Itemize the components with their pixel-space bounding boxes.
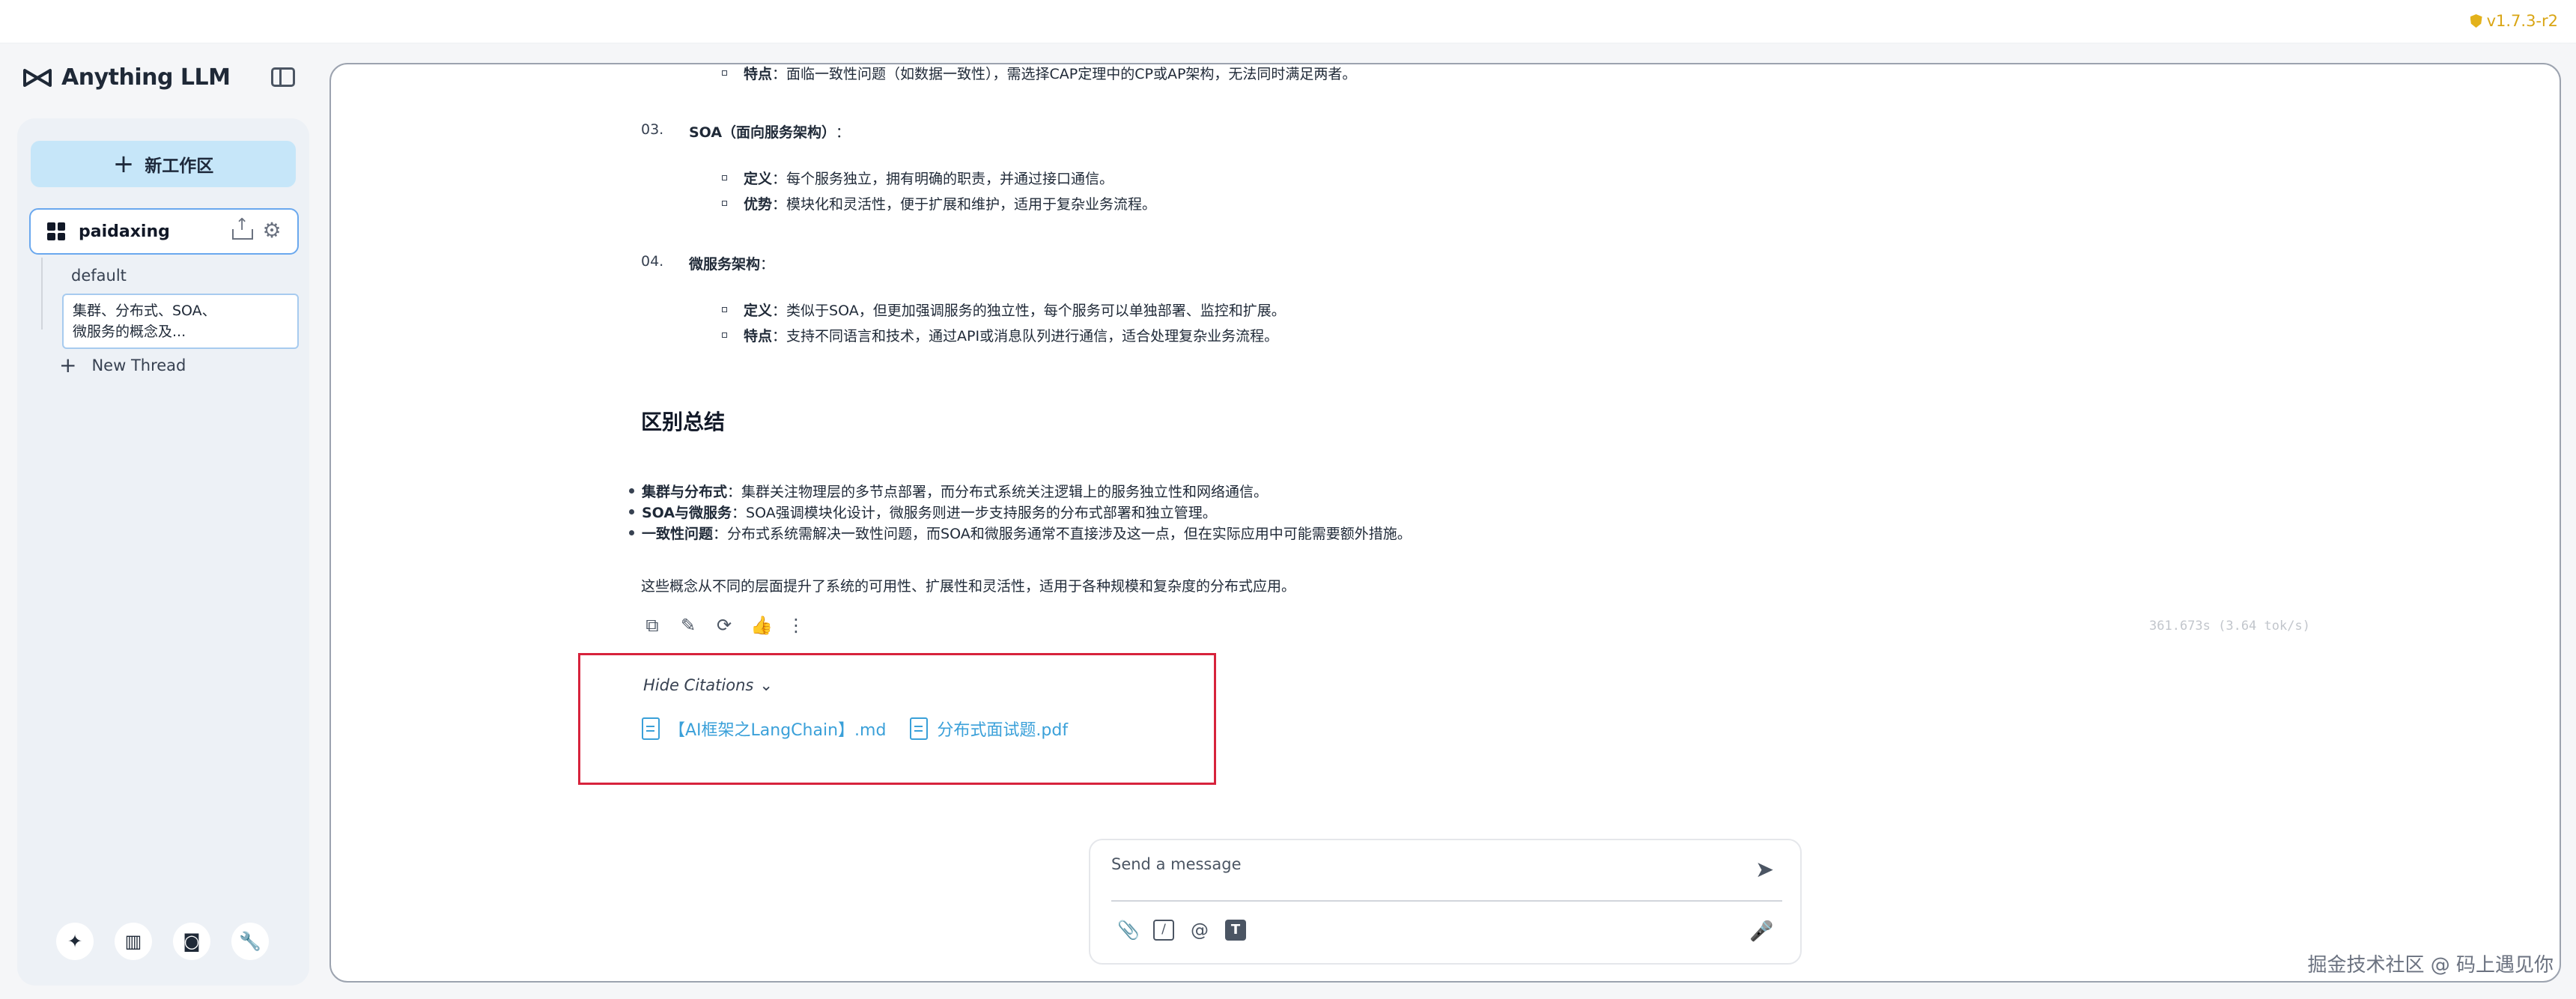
citation-name: 分布式面试题.pdf (937, 721, 1069, 740)
regenerate-icon[interactable]: ⟳ (714, 616, 734, 635)
list-item: 定义 ：类似于SOA，但更加强调服务的独立性，每个服务可以单独部署、监控和扩展。 (722, 300, 1286, 320)
version-badge[interactable]: v1.7.3-r2 (2470, 12, 2558, 30)
composer-divider (1111, 900, 1782, 902)
hide-citations-toggle[interactable]: Hide Citations ⌄ (643, 676, 773, 694)
sidebar: + 新工作区 paidaxing ⚙ default 集群、分布式、SOA、 微… (17, 118, 309, 986)
document-icon (642, 717, 660, 740)
document-icon (910, 717, 929, 740)
copy-icon[interactable]: ⧉ (643, 616, 662, 635)
version-label: v1.7.3-r2 (2486, 12, 2558, 30)
sidebar-footer: ✦ ▥ ◙ 🔧 (56, 923, 269, 960)
list-item: 优势 ：模块化和灵活性，便于扩展和维护，适用于复杂业务流程。 (722, 193, 1156, 213)
send-icon[interactable]: ➤ (1755, 858, 1779, 882)
thread-tree-line (41, 258, 43, 330)
community-hub-icon[interactable]: ✦ (56, 923, 94, 960)
thumbs-up-icon[interactable]: 👍 (750, 616, 773, 635)
message-composer: ➤ 📎 / @ T 🎤 (1089, 839, 1802, 965)
slash-command-icon[interactable]: / (1153, 920, 1174, 941)
workspace-grid-icon (47, 222, 65, 240)
brand-logo[interactable]: Anything LLM (22, 64, 231, 91)
thread-title-line-1: 集群、分布式、SOA、 (73, 303, 216, 319)
shield-icon (2470, 14, 2482, 28)
at-mention-icon[interactable]: @ (1189, 920, 1210, 941)
section-heading: 03. SOA（面向服务架构）： (641, 121, 851, 141)
chevron-down-icon: ⌄ (759, 676, 773, 694)
new-workspace-button[interactable]: + 新工作区 (31, 141, 296, 187)
workspace-item[interactable]: paidaxing ⚙ (29, 208, 299, 255)
new-workspace-label: 新工作区 (145, 157, 214, 176)
more-options-icon[interactable]: ⋮ (786, 616, 806, 635)
chat-panel: 特点 ：面临一致性问题（如数据一致性），需选择CAP定理中的CP或AP架构，无法同… (329, 63, 2561, 983)
citation-name: 【AI框架之LangChain】.md (669, 721, 887, 740)
composer-tools: 📎 / @ T (1117, 920, 1246, 941)
brand-name: Anything LLM (61, 64, 231, 91)
docs-book-icon[interactable]: ▥ (115, 923, 152, 960)
closing-paragraph: 这些概念从不同的层面提升了系统的可用性、扩展性和灵活性，适用于各种规模和复杂度的… (641, 578, 1296, 595)
new-thread-label: New Thread (91, 356, 186, 374)
sidebar-toggle-icon[interactable] (271, 67, 295, 87)
gear-icon[interactable]: ⚙ (261, 220, 282, 241)
top-bar: v1.7.3-r2 (0, 0, 2576, 43)
list-item: 集群与分布式 ：集群关注物理层的多节点部署，而分布式系统关注逻辑上的服务独立性和网… (629, 481, 1268, 501)
thread-item-default[interactable]: default (71, 267, 127, 285)
list-item: 特点 ：支持不同语言和技术，通过API或消息队列进行通信，适合处理复杂业务流程。 (722, 325, 1278, 345)
settings-wrench-icon[interactable]: 🔧 (231, 923, 269, 960)
list-item: 特点 ：面临一致性问题（如数据一致性），需选择CAP定理中的CP或AP架构，无法同… (722, 64, 1356, 83)
logo-icon (23, 68, 52, 87)
edit-pencil-icon[interactable]: ✎ (678, 616, 698, 635)
workspace-name: paidaxing (79, 222, 170, 241)
summary-title: 区别总结 (641, 410, 726, 434)
microphone-icon[interactable]: 🎤 (1749, 920, 1773, 944)
citations-panel: Hide Citations ⌄ 【AI框架之LangChain】.md 分布式… (578, 653, 1216, 785)
citation-item[interactable]: 分布式面试题.pdf (910, 717, 1068, 741)
text-size-icon[interactable]: T (1225, 920, 1246, 941)
new-thread-button[interactable]: + New Thread (59, 355, 186, 376)
section-heading: 04. 微服务架构： (641, 253, 775, 273)
citation-item[interactable]: 【AI框架之LangChain】.md (642, 717, 886, 741)
discord-icon[interactable]: ◙ (173, 923, 210, 960)
list-item: 定义 ：每个服务独立，拥有明确的职责，并通过接口通信。 (722, 168, 1114, 188)
list-item: SOA与微服务 ：SOA强调模块化设计，微服务则进一步支持服务的分布式部署和独立管… (629, 502, 1217, 522)
token-speed: 361.673s (3.64 tok/s) (2149, 619, 2310, 634)
plus-icon: + (112, 149, 135, 179)
thread-item-active[interactable]: 集群、分布式、SOA、 微服务的概念及... (62, 294, 299, 349)
attachment-paperclip-icon[interactable]: 📎 (1117, 920, 1140, 941)
upload-icon[interactable] (231, 216, 253, 241)
thread-title-line-2: 微服务的概念及... (73, 324, 186, 340)
message-actions: ⧉ ✎ ⟳ 👍 ⋮ (643, 616, 806, 635)
list-item: 一致性问题 ：分布式系统需解决一致性问题，而SOA和微服务通常不直接涉及这一点，但… (629, 523, 1412, 543)
watermark: 掘金技术社区 @ 码上遇见你 (2307, 954, 2554, 977)
plus-icon: + (59, 353, 77, 377)
message-input[interactable] (1111, 855, 1755, 873)
